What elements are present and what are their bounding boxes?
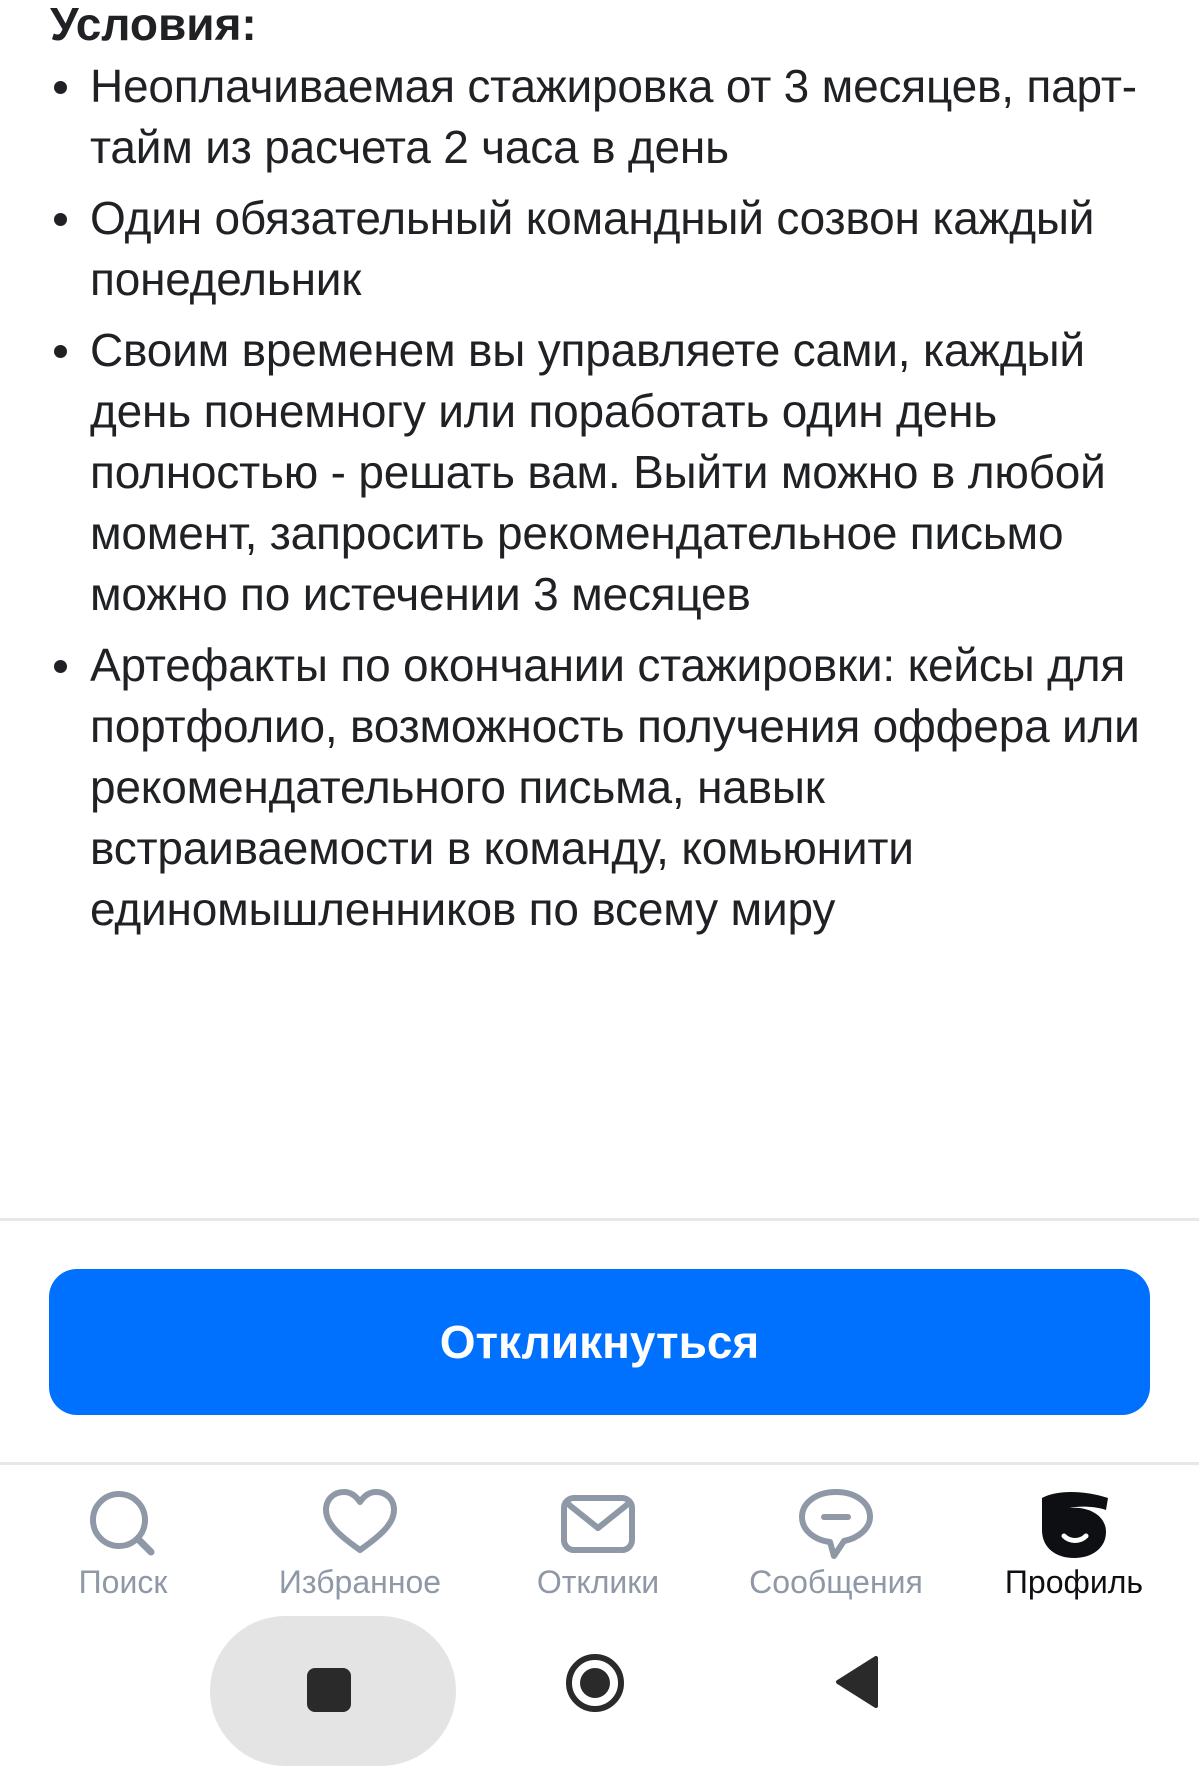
tab-label: Сообщения bbox=[749, 1564, 923, 1600]
bullet-icon bbox=[54, 81, 67, 94]
divider bbox=[0, 1462, 1199, 1465]
tab-profile[interactable]: Профиль bbox=[954, 1468, 1194, 1608]
envelope-icon bbox=[561, 1495, 635, 1553]
bottom-tab-bar: Поиск Избранное Отклики Сообщения Профил… bbox=[0, 1468, 1199, 1608]
list-item-text: Своим временем вы управляете сами, кажды… bbox=[90, 324, 1106, 620]
list-item: Неоплачиваемая стажировка от 3 месяцев, … bbox=[50, 56, 1160, 178]
bullet-icon bbox=[54, 213, 67, 226]
profile-logo-icon bbox=[1042, 1492, 1108, 1558]
chat-bubble-icon bbox=[799, 1489, 873, 1559]
back-icon[interactable] bbox=[832, 1654, 878, 1710]
system-navigation-bar bbox=[0, 1608, 1199, 1766]
tab-responses[interactable]: Отклики bbox=[478, 1468, 718, 1608]
vacancy-conditions-section: Условия: Неоплачиваемая стажировка от 3 … bbox=[50, 0, 1160, 950]
bullet-icon bbox=[54, 660, 67, 673]
apply-button[interactable]: Откликнуться bbox=[49, 1269, 1150, 1415]
list-item-text: Артефакты по окончании стажировки: кейсы… bbox=[90, 639, 1140, 935]
tab-label: Отклики bbox=[536, 1564, 660, 1600]
tab-messages[interactable]: Сообщения bbox=[716, 1468, 956, 1608]
list-item-text: Один обязательный командный созвон кажды… bbox=[90, 192, 1095, 305]
list-item-text: Неоплачиваемая стажировка от 3 месяцев, … bbox=[90, 60, 1137, 173]
list-item: Своим временем вы управляете сами, кажды… bbox=[50, 320, 1160, 625]
recent-apps-button[interactable] bbox=[210, 1616, 456, 1766]
tab-favorites[interactable]: Избранное bbox=[240, 1468, 480, 1608]
tab-search[interactable]: Поиск bbox=[3, 1468, 243, 1608]
conditions-list: Неоплачиваемая стажировка от 3 месяцев, … bbox=[50, 56, 1160, 940]
list-item: Артефакты по окончании стажировки: кейсы… bbox=[50, 635, 1160, 940]
tab-label: Избранное bbox=[278, 1564, 442, 1600]
search-icon bbox=[90, 1491, 155, 1556]
divider bbox=[0, 1218, 1199, 1221]
home-icon[interactable] bbox=[564, 1652, 626, 1714]
heart-icon bbox=[323, 1489, 397, 1553]
tab-label: Поиск bbox=[78, 1564, 168, 1600]
recent-apps-icon bbox=[307, 1668, 351, 1712]
tab-label: Профиль bbox=[1004, 1564, 1144, 1600]
bullet-icon bbox=[54, 345, 67, 358]
list-item: Один обязательный командный созвон кажды… bbox=[50, 188, 1160, 310]
section-title: Условия: bbox=[50, 0, 257, 50]
